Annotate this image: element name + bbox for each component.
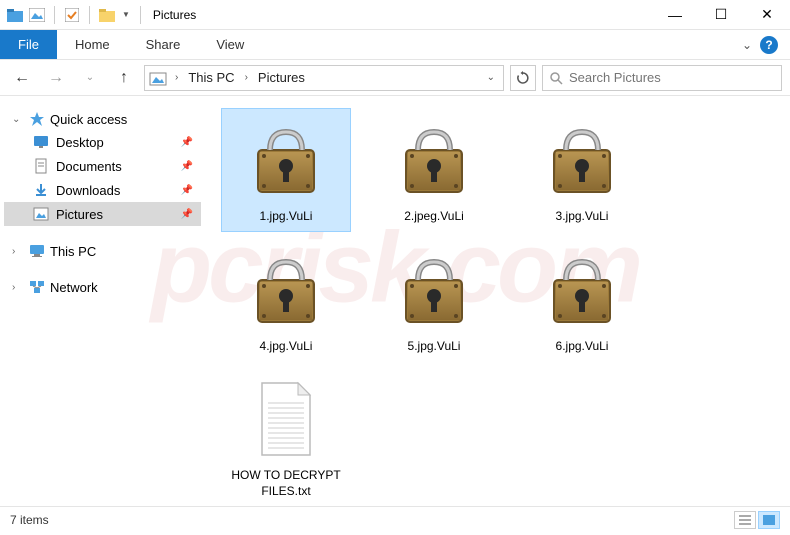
file-tile[interactable]: 4.jpg.VuLi [221,238,351,362]
up-button[interactable]: ↑ [110,64,138,92]
star-icon [28,111,46,127]
network-label: Network [50,280,98,295]
back-button[interactable]: ← [8,64,36,92]
nav-bar: ← → ⌄ ↑ › This PC › Pictures ⌄ [0,60,790,96]
folder-icon [6,6,24,24]
file-tile[interactable]: 1.jpg.VuLi [221,108,351,232]
pin-icon: 📌 [181,209,193,220]
sidebar-item-label: Downloads [56,183,120,198]
title-bar: ▼ Pictures — ☐ ✕ [0,0,790,30]
sidebar-item-downloads[interactable]: Downloads 📌 [4,178,201,202]
sidebar-item-label: Desktop [56,135,104,150]
file-tile[interactable]: 5.jpg.VuLi [369,238,499,362]
lock-icon [532,115,632,205]
recent-locations-dropdown[interactable]: ⌄ [76,64,104,92]
lock-icon [384,245,484,335]
file-name: HOW TO DECRYPT FILES.txt [231,468,341,499]
documents-icon [32,158,50,174]
pin-icon: 📌 [181,137,193,148]
file-tile[interactable]: HOW TO DECRYPT FILES.txt [221,367,351,506]
file-name: 1.jpg.VuLi [260,209,313,225]
file-name: 4.jpg.VuLi [260,339,313,355]
chevron-right-icon[interactable]: › [175,72,178,83]
network-header[interactable]: › Network [4,276,201,298]
desktop-icon [32,134,50,150]
picture-icon [28,6,46,24]
address-bar[interactable]: › This PC › Pictures ⌄ [144,65,504,91]
sidebar-item-label: Documents [56,159,122,174]
status-bar: 7 items [0,506,790,532]
window-title: Pictures [153,8,196,22]
sidebar-item-documents[interactable]: Documents 📌 [4,154,201,178]
ribbon-tabs: File Home Share View ⌄ ? [0,30,790,60]
chevron-right-icon: › [12,246,24,257]
file-name: 6.jpg.VuLi [556,339,609,355]
lock-icon [236,115,336,205]
window-controls: — ☐ ✕ [652,0,790,30]
sidebar-item-label: Pictures [56,207,103,222]
file-tile[interactable]: 2.jpeg.VuLi [369,108,499,232]
search-box[interactable] [542,65,782,91]
lock-icon [532,245,632,335]
navigation-pane: ⌄ Quick access Desktop 📌 Documents 📌 Dow… [0,96,205,506]
pin-icon: 📌 [181,161,193,172]
close-button[interactable]: ✕ [744,0,790,30]
pictures-icon [149,70,167,86]
tab-share[interactable]: Share [128,30,199,59]
this-pc-header[interactable]: › This PC [4,240,201,262]
file-name: 5.jpg.VuLi [408,339,461,355]
checkbox-icon[interactable] [63,6,81,24]
qat-dropdown-icon[interactable]: ▼ [122,10,130,19]
sidebar-item-pictures[interactable]: Pictures 📌 [4,202,201,226]
separator [140,6,141,24]
refresh-button[interactable] [510,65,536,91]
quick-access-toolbar: ▼ [0,6,136,24]
main-area: ⌄ Quick access Desktop 📌 Documents 📌 Dow… [0,96,790,506]
this-pc-label: This PC [50,244,96,259]
breadcrumb-this-pc[interactable]: This PC [186,70,236,85]
maximize-button[interactable]: ☐ [698,0,744,30]
forward-button: → [42,64,70,92]
chevron-right-icon: › [12,282,24,293]
breadcrumb-pictures[interactable]: Pictures [256,70,307,85]
file-tab[interactable]: File [0,30,57,59]
file-explorer-icon[interactable] [98,6,116,24]
tab-view[interactable]: View [198,30,262,59]
help-icon[interactable]: ? [760,36,778,54]
separator [89,6,90,24]
large-icons-view-button[interactable] [758,511,780,529]
search-input[interactable] [569,70,775,85]
file-list[interactable]: 1.jpg.VuLi 2.jpeg.VuLi 3.jpg.VuLi [205,96,790,506]
file-name: 3.jpg.VuLi [556,209,609,225]
details-view-button[interactable] [734,511,756,529]
address-dropdown-icon[interactable]: ⌄ [483,72,499,83]
pictures-icon [32,206,50,222]
network-icon [28,279,46,295]
pin-icon: 📌 [181,185,193,196]
quick-access-header[interactable]: ⌄ Quick access [4,108,201,130]
chevron-down-icon[interactable]: ⌄ [742,38,752,52]
sidebar-item-desktop[interactable]: Desktop 📌 [4,130,201,154]
lock-icon [236,245,336,335]
search-icon [549,71,563,85]
chevron-down-icon: ⌄ [12,114,24,125]
tab-home[interactable]: Home [57,30,128,59]
quick-access-label: Quick access [50,112,127,127]
file-tile[interactable]: 3.jpg.VuLi [517,108,647,232]
lock-icon [384,115,484,205]
separator [54,6,55,24]
chevron-right-icon[interactable]: › [245,72,248,83]
text-file-icon [236,374,336,464]
this-pc-icon [28,243,46,259]
item-count: 7 items [10,513,49,527]
minimize-button[interactable]: — [652,0,698,30]
downloads-icon [32,182,50,198]
file-name: 2.jpeg.VuLi [404,209,464,225]
file-tile[interactable]: 6.jpg.VuLi [517,238,647,362]
